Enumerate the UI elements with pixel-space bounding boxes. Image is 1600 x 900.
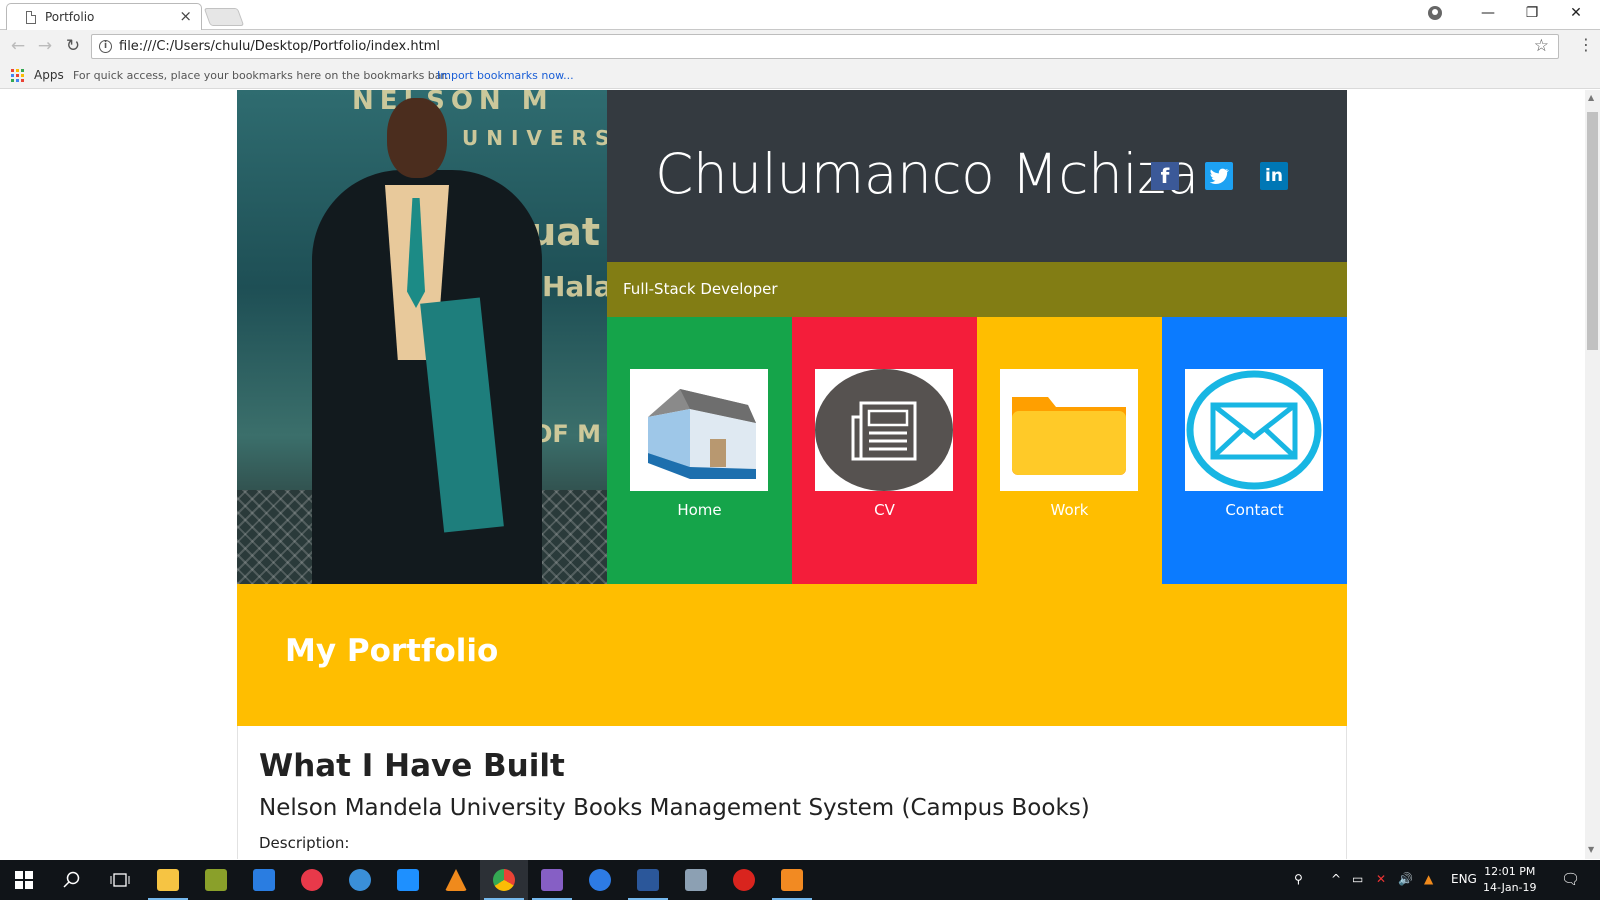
volume-icon[interactable]: 🔊 bbox=[1398, 872, 1413, 886]
tab-strip: Portfolio × — ❐ ✕ bbox=[0, 0, 1600, 30]
import-bookmarks-link[interactable]: Import bookmarks now... bbox=[437, 69, 574, 82]
taskbar-clock[interactable]: 12:01 PM 14-Jan-19 bbox=[1483, 864, 1537, 896]
media-app-icon[interactable] bbox=[288, 860, 336, 900]
task-view-icon[interactable] bbox=[96, 860, 144, 900]
bookmark-star-icon[interactable]: ☆ bbox=[1534, 36, 1549, 56]
clock-time: 12:01 PM bbox=[1484, 865, 1536, 878]
subtitle-bar: Full-Stack Developer bbox=[607, 262, 1347, 317]
page-viewport: NELSON M UNIVERS duat Hala OF M Chuluman… bbox=[0, 90, 1585, 859]
browser-app-icon[interactable] bbox=[336, 860, 384, 900]
nav-label-work: Work bbox=[1050, 501, 1089, 519]
sync-app-icon[interactable] bbox=[384, 860, 432, 900]
close-window-button[interactable]: ✕ bbox=[1554, 0, 1598, 28]
project-title: Nelson Mandela University Books Manageme… bbox=[259, 795, 1090, 821]
nav-label-cv: CV bbox=[874, 501, 895, 519]
new-tab-button[interactable] bbox=[203, 8, 245, 26]
page-scrollbar[interactable]: ▲ ▼ bbox=[1585, 90, 1600, 859]
photo-banner-text: UNIVERS bbox=[462, 126, 607, 150]
profile-photo: NELSON M UNIVERS duat Hala OF M bbox=[237, 90, 607, 584]
profile-icon[interactable] bbox=[1428, 6, 1442, 20]
bookmarks-bar: Apps For quick access, place your bookma… bbox=[0, 63, 1600, 89]
facebook-icon[interactable]: f bbox=[1151, 162, 1179, 190]
scroll-down-icon[interactable]: ▼ bbox=[1588, 845, 1594, 854]
reload-icon[interactable]: ↻ bbox=[62, 35, 84, 57]
portfolio-content: What I Have Built Nelson Mandela Univers… bbox=[237, 726, 1347, 859]
sublime-text-icon[interactable] bbox=[768, 860, 816, 900]
apps-grid-icon[interactable] bbox=[11, 69, 24, 82]
portfolio-container: NELSON M UNIVERS duat Hala OF M Chuluman… bbox=[237, 90, 1347, 859]
section-title: What I Have Built bbox=[259, 748, 565, 784]
document-icon bbox=[26, 11, 36, 24]
launcher-app-icon[interactable] bbox=[576, 860, 624, 900]
nav-tile-cv[interactable]: CV bbox=[792, 317, 977, 584]
network-warning-icon[interactable]: ✕ bbox=[1376, 872, 1386, 886]
language-indicator[interactable]: ENG bbox=[1451, 872, 1477, 886]
windows-taskbar: ⚲ ^ ▭ ✕ 🔊 ▲ ENG 12:01 PM 14-Jan-19 🗨 bbox=[0, 860, 1600, 900]
photo-banner-text: OF M bbox=[532, 420, 602, 448]
pictures-app-icon[interactable] bbox=[672, 860, 720, 900]
scrollbar-thumb[interactable] bbox=[1587, 112, 1598, 350]
vlc-icon[interactable] bbox=[432, 860, 480, 900]
graduate-head bbox=[387, 98, 447, 178]
file-explorer-icon[interactable] bbox=[144, 860, 192, 900]
battery-icon[interactable]: ▭ bbox=[1352, 872, 1363, 886]
address-bar[interactable]: i file:///C:/Users/chulu/Desktop/Portfol… bbox=[91, 34, 1559, 59]
tab-portfolio[interactable]: Portfolio × bbox=[6, 3, 202, 30]
chrome-icon[interactable] bbox=[480, 860, 528, 900]
start-button[interactable] bbox=[0, 860, 48, 900]
nav-tile-work[interactable]: Work bbox=[977, 317, 1162, 584]
fm-app-icon[interactable] bbox=[720, 860, 768, 900]
nav-label-contact: Contact bbox=[1225, 501, 1284, 519]
info-icon[interactable]: i bbox=[99, 40, 112, 53]
back-arrow-icon[interactable]: ← bbox=[7, 35, 29, 57]
forward-arrow-icon[interactable]: → bbox=[34, 35, 56, 57]
apps-shortcut[interactable]: Apps bbox=[34, 68, 64, 82]
portfolio-title: My Portfolio bbox=[285, 633, 499, 669]
job-title: Full-Stack Developer bbox=[623, 280, 778, 298]
tab-title: Portfolio bbox=[45, 10, 95, 24]
search-icon[interactable] bbox=[48, 860, 96, 900]
url-text[interactable]: file:///C:/Users/chulu/Desktop/Portfolio… bbox=[119, 39, 440, 54]
site-owner-name: Chulumanco Mchiza bbox=[655, 142, 1199, 206]
show-hidden-icons[interactable]: ^ bbox=[1331, 872, 1341, 886]
newspaper-icon bbox=[815, 369, 953, 491]
site-header: Chulumanco Mchiza f in bbox=[607, 90, 1347, 262]
folder-icon bbox=[1000, 369, 1138, 491]
house-icon bbox=[630, 369, 768, 491]
minimize-button[interactable]: — bbox=[1466, 0, 1510, 28]
clock-date: 14-Jan-19 bbox=[1483, 881, 1537, 894]
portfolio-banner: My Portfolio bbox=[237, 584, 1347, 726]
nav-label-home: Home bbox=[677, 501, 722, 519]
vlc-tray-icon[interactable]: ▲ bbox=[1424, 872, 1433, 886]
tools-app-icon[interactable] bbox=[192, 860, 240, 900]
nav-tile-home[interactable]: Home bbox=[607, 317, 792, 584]
maximize-button[interactable]: ❐ bbox=[1510, 0, 1554, 28]
bookmarks-hint: For quick access, place your bookmarks h… bbox=[73, 69, 449, 82]
action-center-icon[interactable]: 🗨 bbox=[1561, 870, 1580, 888]
browser-toolbar: ← → ↻ i file:///C:/Users/chulu/Desktop/P… bbox=[0, 30, 1600, 63]
scroll-up-icon[interactable]: ▲ bbox=[1588, 93, 1594, 102]
word-icon[interactable] bbox=[624, 860, 672, 900]
photo-banner-text: Hala bbox=[542, 270, 607, 303]
linkedin-icon[interactable]: in bbox=[1260, 162, 1288, 190]
tab-close-button[interactable]: × bbox=[179, 7, 192, 25]
envelope-icon bbox=[1185, 369, 1323, 491]
menu-kebab-icon[interactable]: ⋮ bbox=[1578, 35, 1594, 54]
store-icon[interactable] bbox=[240, 860, 288, 900]
people-icon[interactable]: ⚲ bbox=[1294, 872, 1303, 886]
visual-studio-icon[interactable] bbox=[528, 860, 576, 900]
description-label: Description: bbox=[259, 834, 350, 852]
twitter-icon[interactable] bbox=[1205, 162, 1233, 190]
nav-tile-contact[interactable]: Contact bbox=[1162, 317, 1347, 584]
photo-banner-text: NELSON M bbox=[352, 90, 554, 116]
